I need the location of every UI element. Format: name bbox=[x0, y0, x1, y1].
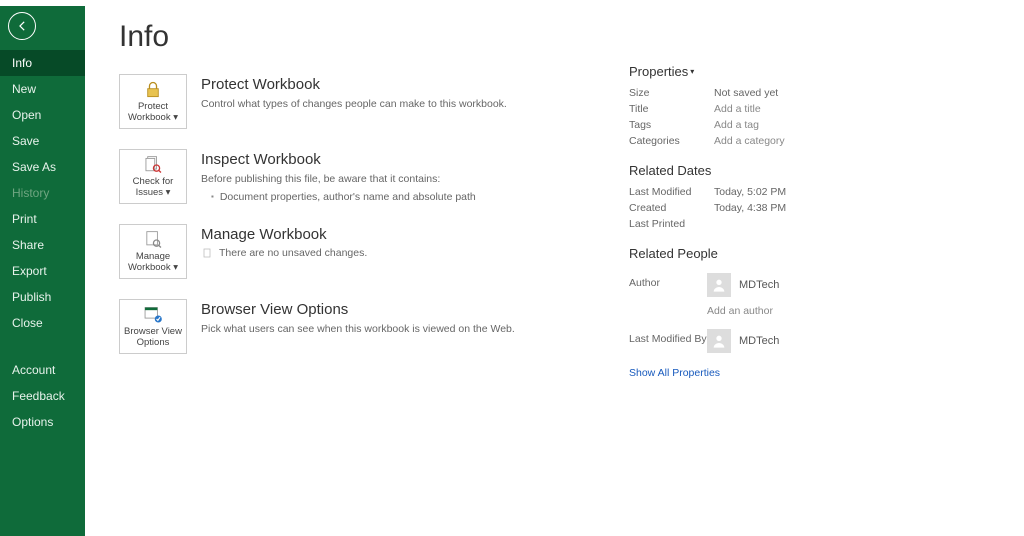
section-manage: Manage Workbook ▾ Manage Workbook There … bbox=[119, 224, 559, 279]
no-changes-text: There are no unsaved changes. bbox=[201, 247, 367, 259]
nav-share[interactable]: Share bbox=[0, 232, 85, 258]
inspect-heading: Inspect Workbook bbox=[201, 151, 476, 168]
prop-modified-by: Last Modified By MDTech bbox=[629, 323, 909, 355]
main-area: Info New Open Save Save As History Print… bbox=[0, 6, 1024, 536]
person-icon bbox=[711, 333, 727, 349]
nav-options[interactable]: Options bbox=[0, 409, 85, 435]
add-title-link[interactable]: Add a title bbox=[714, 103, 761, 115]
backstage-sidebar: Info New Open Save Save As History Print… bbox=[0, 6, 85, 536]
inspect-tile-label: Check for Issues ▾ bbox=[122, 177, 184, 199]
properties-heading[interactable]: Properties▾ bbox=[629, 64, 909, 79]
back-button[interactable] bbox=[8, 12, 36, 40]
browser-tile-label: Browser View Options bbox=[122, 327, 184, 349]
nav-open[interactable]: Open bbox=[0, 102, 85, 128]
add-author-link[interactable]: Add an author bbox=[707, 305, 909, 317]
show-all-properties-link[interactable]: Show All Properties bbox=[629, 367, 909, 379]
browser-view-tile[interactable]: Browser View Options bbox=[119, 299, 187, 354]
avatar bbox=[707, 273, 731, 297]
prop-last-printed: Last Printed bbox=[629, 216, 909, 232]
protect-text: Protect Workbook Control what types of c… bbox=[201, 74, 507, 112]
modified-by-person[interactable]: MDTech bbox=[707, 329, 779, 353]
prop-last-modified: Last Modified Today, 5:02 PM bbox=[629, 184, 909, 200]
info-left-column: Info Protect Workbook ▾ Protect Workbook… bbox=[119, 20, 559, 536]
prop-title: Title Add a title bbox=[629, 101, 909, 117]
page-title: Info bbox=[119, 20, 559, 54]
prop-author: Author MDTech bbox=[629, 267, 909, 299]
person-icon bbox=[711, 277, 727, 293]
manage-tile-label: Manage Workbook ▾ bbox=[122, 252, 184, 274]
add-tag-link[interactable]: Add a tag bbox=[714, 119, 759, 131]
inspect-desc: Before publishing this file, be aware th… bbox=[201, 172, 476, 187]
content-area: Info Protect Workbook ▾ Protect Workbook… bbox=[85, 6, 1024, 536]
section-browser: Browser View Options Browser View Option… bbox=[119, 299, 559, 354]
people-heading: Related People bbox=[629, 246, 909, 261]
nav-new[interactable]: New bbox=[0, 76, 85, 102]
nav-history: History bbox=[0, 180, 85, 206]
nav-info[interactable]: Info bbox=[0, 50, 85, 76]
nav-save[interactable]: Save bbox=[0, 128, 85, 154]
back-arrow-icon bbox=[15, 19, 29, 33]
inspect-bullets: Document properties, author's name and a… bbox=[211, 191, 476, 203]
document-outline-icon bbox=[201, 247, 213, 259]
protect-tile-label: Protect Workbook ▾ bbox=[122, 102, 184, 124]
caret-down-icon: ▾ bbox=[690, 67, 694, 76]
inspect-text: Inspect Workbook Before publishing this … bbox=[201, 149, 476, 203]
author-person[interactable]: MDTech bbox=[707, 273, 779, 297]
add-category-link[interactable]: Add a category bbox=[714, 135, 785, 147]
document-search-icon bbox=[141, 154, 165, 175]
nav-feedback[interactable]: Feedback bbox=[0, 383, 85, 409]
protect-heading: Protect Workbook bbox=[201, 76, 507, 93]
prop-size: Size Not saved yet bbox=[629, 85, 909, 101]
browser-desc: Pick what users can see when this workbo… bbox=[201, 322, 515, 337]
info-right-column: Properties▾ Size Not saved yet Title Add… bbox=[629, 20, 909, 536]
nav-separator bbox=[0, 346, 85, 347]
document-manage-icon bbox=[141, 229, 165, 250]
manage-workbook-tile[interactable]: Manage Workbook ▾ bbox=[119, 224, 187, 279]
nav-export[interactable]: Export bbox=[0, 258, 85, 284]
check-issues-tile[interactable]: Check for Issues ▾ bbox=[119, 149, 187, 204]
browser-heading: Browser View Options bbox=[201, 301, 515, 318]
nav-close[interactable]: Close bbox=[0, 310, 85, 336]
manage-text: Manage Workbook There are no unsaved cha… bbox=[201, 224, 367, 259]
nav-account[interactable]: Account bbox=[0, 357, 85, 383]
browser-text: Browser View Options Pick what users can… bbox=[201, 299, 515, 337]
section-protect: Protect Workbook ▾ Protect Workbook Cont… bbox=[119, 74, 559, 129]
avatar bbox=[707, 329, 731, 353]
prop-categories: Categories Add a category bbox=[629, 133, 909, 149]
manage-heading: Manage Workbook bbox=[201, 226, 367, 243]
protect-workbook-tile[interactable]: Protect Workbook ▾ bbox=[119, 74, 187, 129]
section-inspect: Check for Issues ▾ Inspect Workbook Befo… bbox=[119, 149, 559, 204]
inspect-bullet-1: Document properties, author's name and a… bbox=[211, 191, 476, 203]
prop-tags: Tags Add a tag bbox=[629, 117, 909, 133]
nav-print[interactable]: Print bbox=[0, 206, 85, 232]
nav-save-as[interactable]: Save As bbox=[0, 154, 85, 180]
lock-icon bbox=[141, 79, 165, 100]
prop-created: Created Today, 4:38 PM bbox=[629, 200, 909, 216]
browser-icon bbox=[141, 304, 165, 325]
protect-desc: Control what types of changes people can… bbox=[201, 97, 507, 112]
dates-heading: Related Dates bbox=[629, 163, 909, 178]
nav-publish[interactable]: Publish bbox=[0, 284, 85, 310]
